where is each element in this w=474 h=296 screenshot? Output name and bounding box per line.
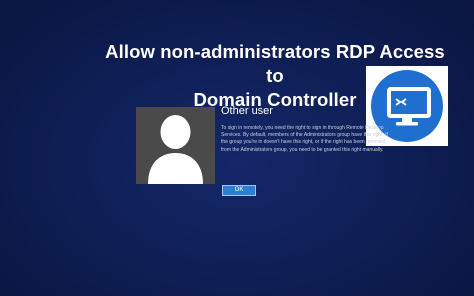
user-name: Other user	[221, 105, 273, 117]
error-message: To sign in remotely, you need the right …	[221, 125, 389, 153]
logon-screen: Allow non-administrators RDP Access to D…	[0, 0, 474, 296]
avatar	[136, 107, 215, 184]
ok-button[interactable]: OK	[222, 185, 256, 196]
user-silhouette-icon	[148, 115, 203, 184]
